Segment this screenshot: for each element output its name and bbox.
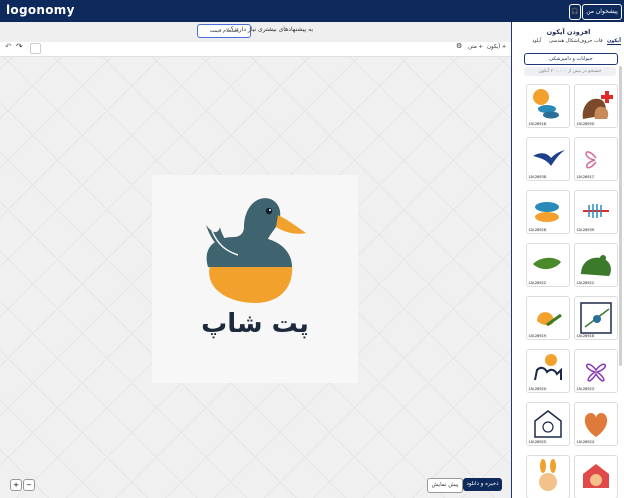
icon-code: LN-26938 [528,175,547,179]
icon-code: LN-26916 [528,122,547,126]
preview-button[interactable]: پیش نمایش [427,478,463,493]
tab-icon[interactable]: آیکون [607,38,621,45]
pet-home-icon[interactable] [574,455,618,498]
save-download-button[interactable]: ذخیره و دانلود [463,478,502,491]
app-logo[interactable]: logonomy [6,3,75,17]
preview-button-label: پیش نمایش [431,482,459,488]
fish-sun-icon[interactable]: LN-26916 [526,84,570,128]
category-select[interactable]: حیوانات و دامپزشکی [524,53,618,65]
undo-icon[interactable]: ↶ [5,42,12,51]
tab-shapes[interactable]: اشکال هندسی [549,38,579,44]
icon-code: LN-26918 [576,334,595,338]
camel-icon[interactable]: LN-26920 [526,349,570,393]
icon-panel: افزودن آیکون آپلود اشکال هندسی حروف قاب … [511,22,624,498]
icon-code: LN-26923 [576,387,595,391]
icon-code: LN-26950 [576,122,595,126]
icon-code: LN-26919 [528,334,547,338]
icon-code: LN-26926 [528,228,547,232]
frog-icon[interactable]: LN-26921 [574,243,618,287]
brand-text[interactable]: پت شاپ [152,309,358,339]
icon-code: LN-26924 [576,440,595,444]
top-bar: logonomy 🎧 پیشخوان من [0,0,624,22]
icon-grid: LN-26950 LN-26916 LN-26917 LN-26938 LN-2… [524,84,624,498]
icon-code: LN-26925 [528,440,547,444]
bird-branch-icon[interactable]: LN-26918 [574,296,618,340]
bird-wings-icon[interactable]: LN-26938 [526,137,570,181]
gear-icon[interactable]: ⚙ [456,42,462,50]
tab-upload[interactable]: آپلود [532,38,541,44]
tab-letters[interactable]: حروف [579,38,592,44]
color-swatch[interactable] [30,43,41,54]
bass-fish-icon[interactable]: LN-26922 [526,243,570,287]
panel-title: افزودن آیکون [546,28,591,36]
dog-cat-vet-icon[interactable]: LN-26950 [574,84,618,128]
editor-toolbar: ↶ ↷ ⚙ متن + آیکون + [0,42,511,57]
fish-pair-icon[interactable]: LN-26926 [526,190,570,234]
icon-code: LN-26921 [576,281,595,285]
toolbar-icon-label: آیکون [487,44,500,50]
zoom-in-icon: + [13,481,19,489]
headphones-button[interactable]: 🎧 [569,4,581,20]
pets-heart-icon[interactable]: LN-26924 [574,402,618,446]
zoom-in-button[interactable]: + [10,479,22,491]
icon-search-input[interactable]: جستجو در بیش از ۲۰۰,۰۰۰ آیکون [524,67,616,76]
bird-leaf-icon[interactable]: LN-26919 [526,296,570,340]
bunny-icon[interactable] [526,455,570,498]
zoom-out-button[interactable]: − [23,479,35,491]
toolbar-icon[interactable]: آیکون + [487,44,506,50]
hint-row: استعلام قیمت به پیشنهادهای بیشتری نیاز د… [0,24,511,38]
redo-icon[interactable]: ↷ [16,42,23,51]
search-placeholder: جستجو در بیش از ۲۰۰,۰۰۰ آیکون [538,69,602,74]
zoom-out-icon: − [26,481,32,489]
icon-code: LN-26917 [576,175,595,179]
panel-tabs: آپلود اشکال هندسی حروف قاب آیکون [512,38,624,48]
icon-code: LN-26939 [576,228,595,232]
cat-house-icon[interactable]: LN-26925 [526,402,570,446]
butterfly-line-icon[interactable]: LN-26917 [574,137,618,181]
icon-code: LN-26922 [528,281,547,285]
category-label: حیوانات و دامپزشکی [549,56,593,62]
panel-scrollbar[interactable] [619,66,622,366]
icon-code: LN-26920 [528,387,547,391]
logo-preview-card[interactable]: پت شاپ [152,175,358,383]
fish-skeleton-icon[interactable]: LN-26939 [574,190,618,234]
butterfly-purple-icon[interactable]: LN-26923 [574,349,618,393]
dashboard-label: پیشخوان من [586,8,618,15]
hint-text: به پیشنهادهای بیشتری نیاز دارید؟ [230,26,313,33]
tab-frame[interactable]: قاب [594,38,603,44]
dashboard-button[interactable]: پیشخوان من [582,4,622,20]
headphones-icon: 🎧 [571,8,579,15]
save-download-label: ذخیره و دانلود [466,481,499,487]
toolbar-text[interactable]: متن + [468,44,483,50]
toolbar-text-label: متن [468,44,477,50]
duck-icon[interactable] [152,175,358,305]
